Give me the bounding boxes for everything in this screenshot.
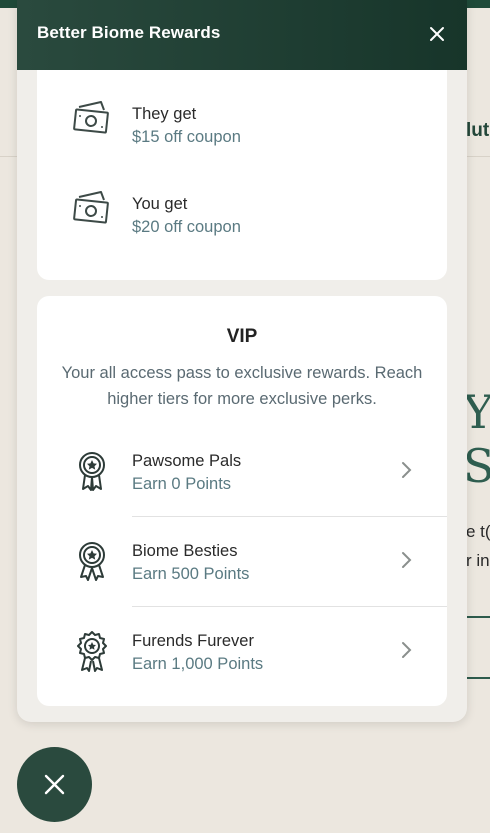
rewards-launcher-button[interactable] [17, 747, 92, 822]
background-rule [466, 616, 490, 618]
rewards-panel: They get $15 off coupon You get $20 off … [17, 0, 467, 722]
background-body-fragment: e t( r in [466, 517, 490, 575]
chevron-right-icon [402, 552, 412, 568]
award-ribbon-icon [79, 542, 105, 581]
panel-title: Better Biome Rewards [37, 23, 221, 42]
tier-name: Biome Besties [132, 542, 238, 560]
award-ribbon-icon [79, 452, 105, 491]
referral-value: $20 off coupon [132, 218, 241, 236]
vip-description: Your all access pass to exclusive reward… [61, 364, 423, 408]
background-heading-fragment: Y( S [463, 385, 490, 493]
vip-card: VIP Your all access pass to exclusive re… [37, 296, 447, 706]
tier-points: Earn 500 Points [132, 565, 250, 583]
referral-card: They get $15 off coupon You get $20 off … [37, 64, 447, 280]
cash-icon [73, 191, 109, 224]
tier-points: Earn 1,000 Points [132, 655, 264, 673]
referral-label: They get [132, 105, 197, 123]
close-icon [44, 774, 65, 795]
vip-title: VIP [226, 326, 258, 347]
vip-tier-pawsome-pals[interactable]: Pawsome Pals Earn 0 Points [37, 427, 447, 517]
vip-tier-biome-besties[interactable]: Biome Besties Earn 500 Points [37, 517, 447, 607]
background-body-line-1: e t( [466, 522, 490, 541]
background-heading-line-1: Y( [463, 385, 490, 439]
referral-value: $15 off coupon [132, 128, 241, 146]
tier-name: Furends Furever [132, 632, 254, 650]
award-seal-icon [77, 631, 107, 672]
panel-header: Better Biome Rewards [17, 0, 467, 70]
chevron-right-icon [402, 462, 412, 478]
referral-row-they-get: They get $15 off coupon [37, 84, 447, 174]
chevron-right-icon [402, 642, 412, 658]
cash-icon [73, 101, 109, 134]
vip-tier-furends-furever[interactable]: Furends Furever Earn 1,000 Points [37, 607, 447, 697]
tier-name: Pawsome Pals [132, 452, 242, 470]
tier-points: Earn 0 Points [132, 475, 232, 493]
background-rule [466, 677, 490, 679]
referral-label: You get [132, 195, 188, 213]
referral-row-you-get: You get $20 off coupon [37, 174, 447, 264]
background-nav-fragment: lut [466, 120, 490, 141]
background-heading-line-2: S [463, 439, 490, 493]
close-icon[interactable] [423, 20, 451, 48]
background-body-line-2: r in [466, 551, 490, 570]
